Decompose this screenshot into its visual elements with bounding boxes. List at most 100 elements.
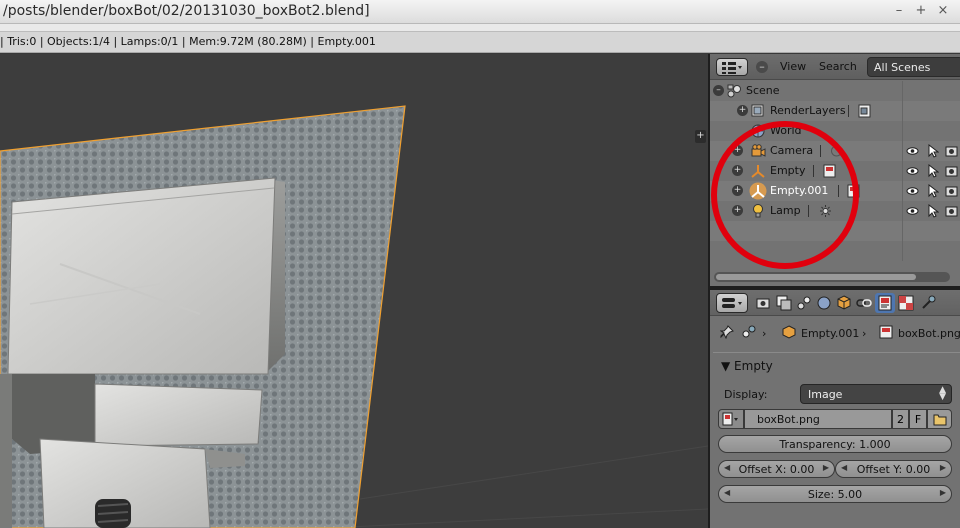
outliner-editor: – View Search All Scenes – Scene + Rende… <box>710 54 960 286</box>
properties-editor-type-selector[interactable] <box>716 293 748 313</box>
empty-visibility-eye-icon[interactable] <box>906 164 919 178</box>
close-button[interactable]: × <box>932 3 954 18</box>
minimize-button[interactable]: – <box>888 3 910 18</box>
window-title: /posts/blender/boxBot/02/20131030_boxBot… <box>3 3 370 19</box>
expand-empty-001-toggle[interactable]: + <box>732 185 743 196</box>
dropdown-arrows-icon: ▲ ▼ <box>939 385 946 402</box>
empty-001-render-icon[interactable] <box>945 184 958 198</box>
pin-icon[interactable] <box>720 325 734 339</box>
tab-world[interactable] <box>814 293 834 313</box>
size-value: Size: 5.00 <box>807 488 863 501</box>
expand-empty-toggle[interactable]: + <box>732 165 743 176</box>
outliner-header: – View Search All Scenes <box>710 54 960 80</box>
decrement-arrow-icon[interactable]: ◀ <box>841 463 847 472</box>
image-breadcrumb-icon <box>879 325 893 339</box>
decrement-arrow-icon[interactable]: ◀ <box>724 488 730 497</box>
row-separator <box>848 105 849 117</box>
outliner-row-empty-001[interactable]: + Empty.001 <box>710 181 960 201</box>
image-name-field[interactable]: boxBot.png <box>744 409 892 429</box>
boxbot-head <box>7 177 276 375</box>
viewport-scene <box>0 105 708 528</box>
outliner-label-empty: Empty <box>770 164 806 177</box>
lamp-select-cursor-icon[interactable] <box>926 204 939 218</box>
lamp-render-icon[interactable] <box>945 204 958 218</box>
offset-y-field[interactable]: ◀ Offset Y: 0.00 ▶ <box>835 460 952 478</box>
display-mode-dropdown[interactable]: All Scenes <box>867 57 960 77</box>
editor-type-selector[interactable] <box>716 58 748 76</box>
breadcrumb-arrow: › <box>762 327 767 340</box>
expand-renderlayers-toggle[interactable]: + <box>737 105 748 116</box>
view-menu[interactable]: View <box>780 60 806 73</box>
camera-icon <box>751 144 766 157</box>
expand-camera-toggle[interactable]: + <box>732 145 743 156</box>
outliner-row-empty[interactable]: + Empty <box>710 161 960 181</box>
camera-data-icon <box>831 145 842 157</box>
column-divider <box>902 81 903 101</box>
increment-arrow-icon[interactable]: ▶ <box>823 463 829 472</box>
search-menu[interactable]: Search <box>819 60 857 73</box>
row-separator <box>838 185 839 197</box>
outliner-row-camera[interactable]: + Camera <box>710 141 960 161</box>
outliner-label-scene: Scene <box>746 84 780 97</box>
open-image-button[interactable] <box>927 409 952 429</box>
display-type-dropdown[interactable]: Image ▲ ▼ <box>800 384 952 404</box>
empty-select-cursor-icon[interactable] <box>926 164 939 178</box>
render-camera-icon <box>756 298 770 309</box>
empty-001-image-data-icon <box>847 184 860 198</box>
fake-user-toggle[interactable]: F <box>909 409 927 429</box>
tab-physics[interactable] <box>918 293 938 313</box>
tab-object[interactable] <box>834 293 854 313</box>
maximize-button[interactable]: + <box>910 3 932 18</box>
lamp-visibility-eye-icon[interactable] <box>906 204 919 218</box>
empty-render-icon[interactable] <box>945 164 958 178</box>
info-header: | Tris:0 | Objects:1/4 | Lamps:0/1 | Mem… <box>0 31 960 53</box>
image-browse-button[interactable] <box>718 409 744 429</box>
boxbot-neck <box>94 383 263 447</box>
tab-scene[interactable] <box>794 293 814 313</box>
lamp-icon <box>753 204 763 218</box>
expand-lamp-toggle[interactable]: + <box>732 205 743 216</box>
outliner-empty-row <box>710 221 960 241</box>
collapse-header-button[interactable]: – <box>756 61 768 73</box>
properties-icon <box>722 298 742 308</box>
increment-arrow-icon[interactable]: ▶ <box>940 463 946 472</box>
tab-render-layers[interactable] <box>774 293 794 313</box>
size-field[interactable]: ◀ Size: 5.00 ▶ <box>718 485 952 503</box>
3d-viewport[interactable]: + <box>0 54 708 528</box>
display-label: Display: <box>724 388 768 401</box>
empty-001-visibility-eye-icon[interactable] <box>906 184 919 198</box>
empty-001-select-cursor-icon[interactable] <box>926 184 939 198</box>
scene-breadcrumb-icon <box>742 325 756 338</box>
lamp-data-icon <box>820 205 831 217</box>
outliner-label-camera: Camera <box>770 144 814 157</box>
empty-object-icon <box>751 165 765 178</box>
renderlayer-icon <box>858 104 871 118</box>
collapse-scene-toggle[interactable]: – <box>713 85 724 96</box>
outliner-list-icon <box>722 62 742 74</box>
outliner-row-lamp[interactable]: + Lamp <box>710 201 960 221</box>
scrollbar-thumb[interactable] <box>716 274 916 280</box>
image-users-count[interactable]: 2 <box>892 409 909 429</box>
tab-texture[interactable] <box>896 293 916 313</box>
display-type-value: Image <box>808 388 843 401</box>
tab-render[interactable] <box>754 293 774 313</box>
offset-x-value: Offset X: 0.00 <box>738 463 815 476</box>
tab-object-data[interactable] <box>875 293 895 313</box>
empty-panel-header[interactable]: ▼ Empty <box>713 352 960 376</box>
increment-arrow-icon[interactable]: ▶ <box>940 488 946 497</box>
tab-constraints[interactable] <box>854 293 874 313</box>
viewport-expand-button[interactable]: + <box>695 130 706 143</box>
camera-visibility-eye-icon[interactable] <box>906 144 919 158</box>
camera-select-cursor-icon[interactable] <box>926 144 939 158</box>
transparency-slider[interactable]: Transparency: 1.000 <box>718 435 952 453</box>
outliner-row-scene[interactable]: – Scene <box>710 81 960 101</box>
camera-render-icon[interactable] <box>945 144 958 158</box>
offset-x-field[interactable]: ◀ Offset X: 0.00 ▶ <box>718 460 835 478</box>
decrement-arrow-icon[interactable]: ◀ <box>724 463 730 472</box>
outliner-row-renderlayers[interactable]: + RenderLayers <box>710 101 960 121</box>
outliner-horizontal-scrollbar[interactable] <box>714 272 950 282</box>
outliner-label-lamp: Lamp <box>770 204 801 217</box>
window-titlebar: /posts/blender/boxBot/02/20131030_boxBot… <box>0 0 960 24</box>
outliner-row-world[interactable]: World <box>710 121 960 141</box>
physics-icon <box>922 295 936 309</box>
